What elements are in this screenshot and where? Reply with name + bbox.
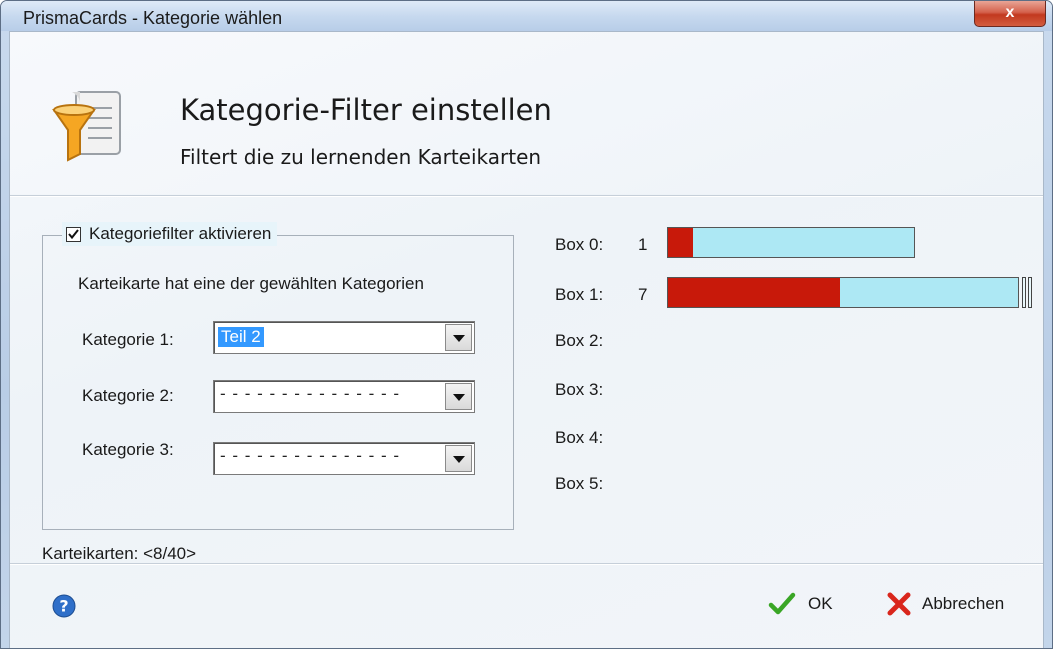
chevron-down-icon[interactable] <box>445 324 472 351</box>
checkmark-icon <box>768 592 796 615</box>
card-count: Karteikarten: <8/40> <box>42 544 197 563</box>
header-title: Kategorie-Filter einstellen <box>180 93 552 127</box>
box-1-bar <box>667 277 1019 308</box>
box-1-label: Box 1: <box>555 285 604 304</box>
category-1-value: Teil 2 <box>218 327 264 347</box>
box-0-bar-fill <box>668 228 693 257</box>
category-1-label: Kategorie 1: <box>82 330 174 349</box>
svg-text:?: ? <box>59 597 68 616</box>
chevron-down-icon[interactable] <box>445 445 472 472</box>
box-1-count: 7 <box>638 285 648 304</box>
category-1-select[interactable]: Teil 2 <box>213 321 475 354</box>
category-3-label: Kategorie 3: <box>82 440 174 459</box>
ok-label: OK <box>808 594 833 613</box>
category-3-select[interactable]: - - - - - - - - - - - - - - - <box>213 442 475 475</box>
box-0-label: Box 0: <box>555 235 604 254</box>
box-0-count: 1 <box>638 235 648 254</box>
filter-funnel-scroll-icon <box>52 91 121 162</box>
category-2-select[interactable]: - - - - - - - - - - - - - - - <box>213 380 475 413</box>
dialog-window: PrismaCards - Kategorie wählen x Kategor… <box>0 0 1053 649</box>
box-1-overflow-marks <box>1022 277 1036 308</box>
box-5-label: Box 5: <box>555 474 604 493</box>
help-icon[interactable]: ? <box>52 594 76 618</box>
ok-button[interactable]: OK <box>768 592 833 616</box>
dialog-client-area: Kategorie-Filter einstellen Filtert die … <box>9 31 1044 648</box>
filter-description: Karteikarte hat eine der gewählten Kateg… <box>78 274 424 293</box>
window-title: PrismaCards - Kategorie wählen <box>23 8 283 28</box>
category-3-value: - - - - - - - - - - - - - - - <box>220 446 401 465</box>
cancel-x-icon <box>887 592 911 616</box>
activate-filter-label: Kategoriefilter aktivieren <box>89 224 272 243</box>
overflow-mark <box>1022 277 1026 308</box>
box-1-bar-fill <box>668 278 840 307</box>
title-bar[interactable]: PrismaCards - Kategorie wählen x <box>1 1 1052 31</box>
category-2-value: - - - - - - - - - - - - - - - <box>220 384 401 403</box>
header-separator <box>10 195 1043 197</box>
header-subtitle: Filtert die zu lernenden Karteikarten <box>180 145 542 169</box>
checkmark-icon <box>68 228 79 239</box>
box-0-bar <box>667 227 915 258</box>
category-2-label: Kategorie 2: <box>82 386 174 405</box>
close-icon: x <box>1005 4 1015 21</box>
footer-separator <box>10 563 1043 565</box>
cancel-button[interactable]: Abbrechen <box>886 592 1004 616</box>
cancel-label: Abbrechen <box>922 594 1005 613</box>
chevron-down-icon[interactable] <box>445 383 472 410</box>
box-4-label: Box 4: <box>555 428 604 447</box>
close-button[interactable]: x <box>974 1 1046 27</box>
dialog-header: Kategorie-Filter einstellen Filtert die … <box>10 32 1043 194</box>
box-3-label: Box 3: <box>555 380 604 399</box>
overflow-mark <box>1028 277 1032 308</box>
activate-filter-checkbox[interactable]: Kategoriefilter aktivieren <box>62 222 278 246</box>
checkbox[interactable] <box>66 226 81 242</box>
box-2-label: Box 2: <box>555 331 604 350</box>
